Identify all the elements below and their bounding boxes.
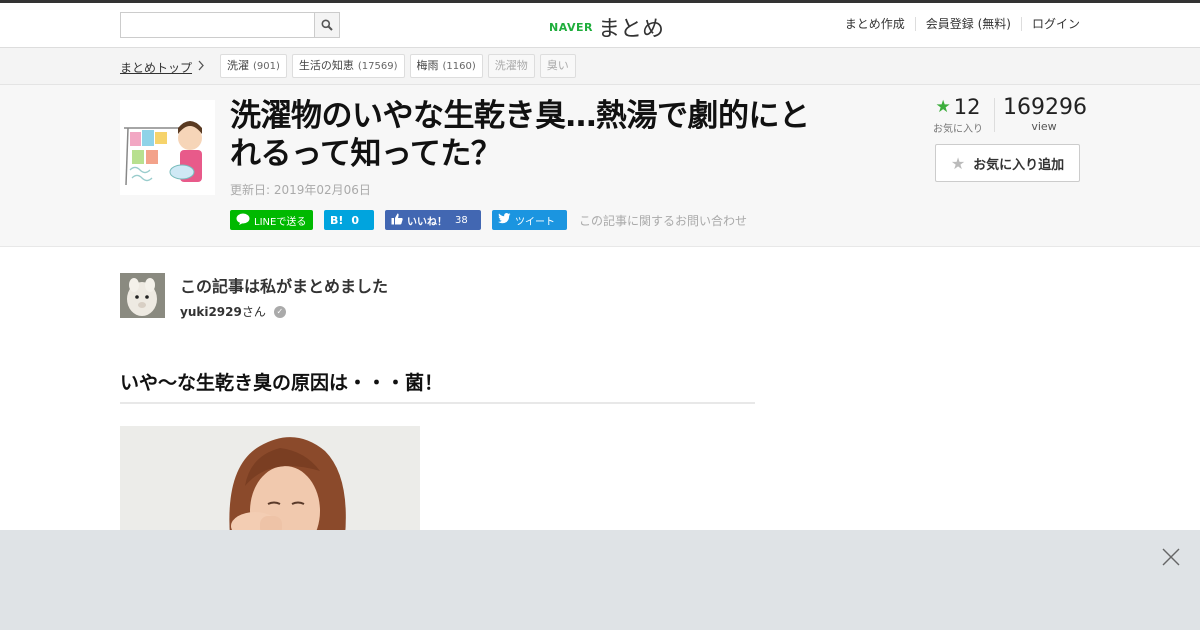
tag-list: 洗濯 (901) 生活の知恵 (17569) 梅雨 (1160) 洗濯物 臭い (220, 54, 576, 78)
logo-name: まとめ (597, 17, 664, 42)
facebook-like-button[interactable]: いいね！ 38 (385, 210, 481, 230)
twitter-bird-icon (498, 213, 511, 227)
share-buttons: LINEで送る B! 0 いいね！ 38 ツイート この記事に関するお問い合わせ (230, 210, 747, 230)
add-favorite-label: お気に入り追加 (973, 157, 1065, 173)
star-icon: ★ (950, 153, 966, 173)
tag-label: 洗濯物 (494, 59, 528, 72)
logo-brand: NAVER (549, 20, 593, 34)
tag-item[interactable]: 梅雨 (1160) (409, 54, 483, 78)
breadcrumb: まとめトップ 洗濯 (901) 生活の知恵 (17569) 梅雨 (1160) 洗濯物… (0, 48, 1200, 85)
tag-item[interactable]: 洗濯物 (487, 54, 535, 78)
hatena-bookmark-button[interactable]: B! 0 (324, 210, 374, 230)
favorite-count: ★ 12 お気に入り (928, 95, 988, 135)
stats-divider (994, 98, 995, 132)
site-header: NAVER まとめ まとめ作成 会員登録 (無料) ログイン (0, 3, 1200, 48)
star-icon: ★ (935, 97, 951, 117)
thumbs-up-icon (391, 213, 403, 228)
tag-label: 生活の知恵 (298, 59, 354, 72)
hatena-icon: B! (330, 213, 344, 227)
ad-banner (0, 530, 1200, 630)
search-button[interactable] (314, 13, 339, 37)
view-number: 169296 (1003, 95, 1087, 120)
search-input[interactable] (121, 13, 314, 37)
line-icon (236, 213, 250, 228)
tag-item[interactable]: 生活の知恵 (17569) (291, 54, 405, 78)
view-count: 169296 view (1003, 95, 1087, 133)
tag-count: (1160) (442, 61, 476, 72)
breadcrumb-top-link[interactable]: まとめトップ (120, 59, 192, 76)
article-title: 洗濯物のいやな生乾き臭…熱湯で劇的にとれるって知ってた？ (230, 98, 810, 172)
article-thumbnail (120, 100, 215, 195)
add-favorite-button[interactable]: ★ お気に入り追加 (935, 144, 1080, 182)
chevron-right-icon (197, 60, 205, 74)
create-matome-link[interactable]: まとめ作成 (835, 17, 915, 31)
author-heading: この記事は私がまとめました (180, 277, 389, 296)
line-share-label: LINEで送る (254, 216, 307, 228)
tweet-label: ツイート (515, 216, 555, 228)
line-share-button[interactable]: LINEで送る (230, 210, 313, 230)
facebook-like-count: 38 (455, 214, 468, 226)
facebook-like-label: いいね！ (407, 216, 447, 228)
favorite-number: 12 (953, 95, 981, 119)
updated-date: 更新日: 2019年02月06日 (230, 183, 371, 197)
close-ad-button[interactable] (1161, 547, 1181, 567)
verified-icon: ✓ (273, 305, 286, 318)
login-link[interactable]: ログイン (1020, 17, 1080, 31)
tag-label: 洗濯 (227, 59, 249, 72)
author-username: yuki2929 (180, 304, 242, 319)
author-name[interactable]: yuki2929 さん ✓ (180, 303, 286, 320)
tag-count: (17569) (357, 61, 398, 72)
site-logo[interactable]: NAVER まとめ (549, 11, 664, 43)
article-inquiry-link[interactable]: この記事に関するお問い合わせ (579, 212, 747, 229)
search-icon (321, 19, 333, 31)
close-icon (1162, 548, 1180, 566)
article-photo (120, 426, 420, 536)
tag-count: (901) (253, 61, 280, 72)
tag-label: 臭い (546, 59, 569, 72)
author-suffix: さん (241, 305, 266, 319)
tag-item[interactable]: 臭い (539, 54, 576, 78)
tag-label: 梅雨 (416, 59, 439, 72)
article-header: 洗濯物のいやな生乾き臭…熱湯で劇的にとれるって知ってた？ 更新日: 2019年0… (0, 85, 1200, 247)
search-box (120, 12, 340, 38)
view-label: view (1031, 120, 1057, 133)
register-link[interactable]: 会員登録 (無料) (914, 17, 1021, 31)
hatena-count: 0 (351, 213, 360, 227)
favorite-label: お気に入り (933, 124, 983, 135)
header-nav: まとめ作成 会員登録 (無料) ログイン (835, 17, 1080, 31)
section-heading: いや～な生乾き臭の原因は・・・菌！ (120, 368, 755, 404)
avatar[interactable] (120, 273, 165, 318)
tag-item[interactable]: 洗濯 (901) (220, 54, 287, 78)
tweet-button[interactable]: ツイート (492, 210, 567, 230)
